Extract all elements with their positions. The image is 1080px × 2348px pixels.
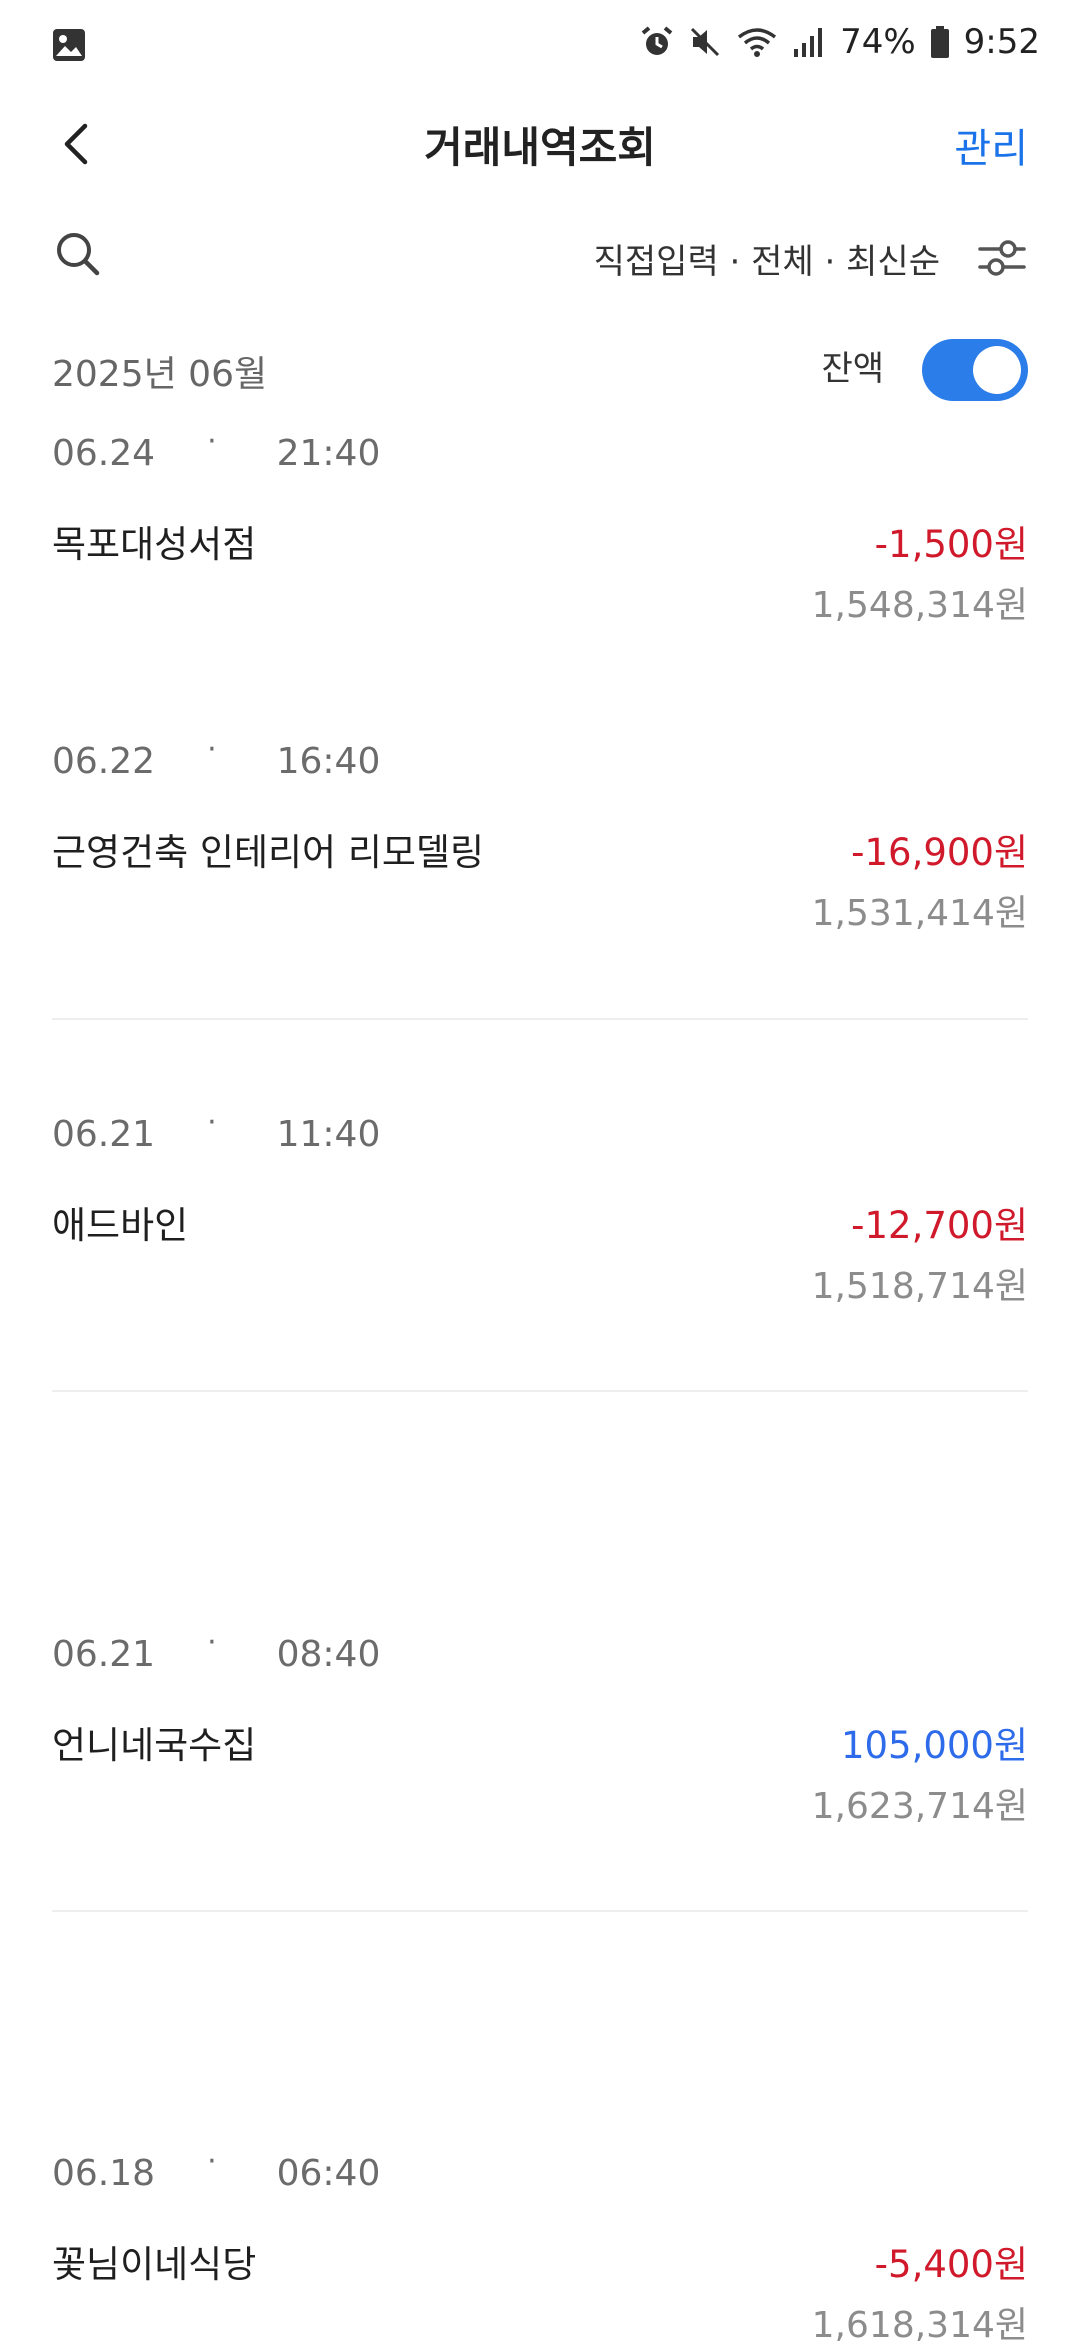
filter-bar: 직접입력 · 전체 · 최신순 xyxy=(0,220,1080,300)
balance-after: 1,618,314원 xyxy=(811,2305,1028,2346)
transaction-amount: -1,500원 xyxy=(874,523,1028,566)
transaction-item[interactable]: 06.21 · 08:40 언니네국수집 105,000원 1,623,714원 xyxy=(52,1625,1028,1828)
search-button[interactable] xyxy=(52,228,108,284)
search-icon xyxy=(52,228,108,280)
transaction-time: 06:40 xyxy=(276,2152,381,2194)
transaction-amount: 105,000원 xyxy=(840,1724,1028,1767)
month-label: 2025년 06월 xyxy=(52,354,268,395)
separator-dot: · xyxy=(207,731,217,767)
balance-after: 1,548,314원 xyxy=(811,585,1028,626)
merchant-name: 꽃님이네식당 xyxy=(52,2243,257,2286)
merchant-name: 언니네국수집 xyxy=(52,1724,257,1767)
clock: 9:52 xyxy=(963,22,1040,62)
sliders-icon xyxy=(974,232,1034,284)
transaction-item[interactable]: 06.18 · 06:40 꽃님이네식당 -5,400원 1,618,314원 xyxy=(52,2144,1028,2347)
transaction-date: 06.22 xyxy=(52,740,156,782)
balance-toggle[interactable] xyxy=(922,339,1028,401)
transaction-amount: -5,400원 xyxy=(874,2243,1028,2286)
transaction-time: 21:40 xyxy=(276,432,381,474)
divider xyxy=(52,1910,1028,1912)
transaction-date: 06.24 xyxy=(52,432,156,474)
balance-after: 1,623,714원 xyxy=(811,1786,1028,1827)
transaction-item[interactable]: 06.22 · 16:40 근영건축 인테리어 리모델링 -16,900원 1,… xyxy=(52,732,1028,935)
merchant-name: 애드바인 xyxy=(52,1204,189,1247)
transaction-date: 06.21 xyxy=(52,1633,156,1675)
status-bar: 74% 9:52 xyxy=(0,0,1080,92)
filter-settings-button[interactable] xyxy=(974,232,1034,288)
transaction-time: 11:40 xyxy=(276,1113,381,1155)
month-header: 2025년 06월 잔액 xyxy=(0,335,1080,405)
signal-icon xyxy=(792,25,826,59)
battery-percentage: 74% xyxy=(840,22,916,62)
divider xyxy=(52,1018,1028,1020)
transaction-date: 06.21 xyxy=(52,1113,156,1155)
mute-icon xyxy=(688,25,722,59)
gallery-icon xyxy=(52,28,86,62)
merchant-name: 목포대성서점 xyxy=(52,523,257,566)
separator-dot: · xyxy=(207,1104,217,1140)
wifi-icon xyxy=(736,25,778,59)
battery-icon xyxy=(930,25,950,59)
app-bar: 거래내역조회 관리 xyxy=(0,92,1080,192)
separator-dot: · xyxy=(207,2143,217,2179)
transaction-amount: -12,700원 xyxy=(851,1204,1028,1247)
page-title: 거래내역조회 xyxy=(424,123,656,172)
filter-summary[interactable]: 직접입력 · 전체 · 최신순 xyxy=(594,234,940,283)
transaction-item[interactable]: 06.24 · 21:40 목포대성서점 -1,500원 1,548,314원 xyxy=(52,424,1028,627)
manage-button[interactable]: 관리 xyxy=(954,116,1028,174)
merchant-name: 근영건축 인테리어 리모델링 xyxy=(52,831,485,874)
separator-dot: · xyxy=(207,1624,217,1660)
alarm-icon xyxy=(640,25,674,59)
transaction-date: 06.18 xyxy=(52,2152,156,2194)
transaction-time: 16:40 xyxy=(276,740,381,782)
divider xyxy=(52,1390,1028,1392)
transaction-amount: -16,900원 xyxy=(851,831,1028,874)
separator-dot: · xyxy=(207,423,217,459)
balance-after: 1,531,414원 xyxy=(811,893,1028,934)
transaction-time: 08:40 xyxy=(276,1633,381,1675)
balance-after: 1,518,714원 xyxy=(811,1266,1028,1307)
transaction-item[interactable]: 06.21 · 11:40 애드바인 -12,700원 1,518,714원 xyxy=(52,1105,1028,1308)
balance-toggle-label: 잔액 xyxy=(821,349,884,389)
